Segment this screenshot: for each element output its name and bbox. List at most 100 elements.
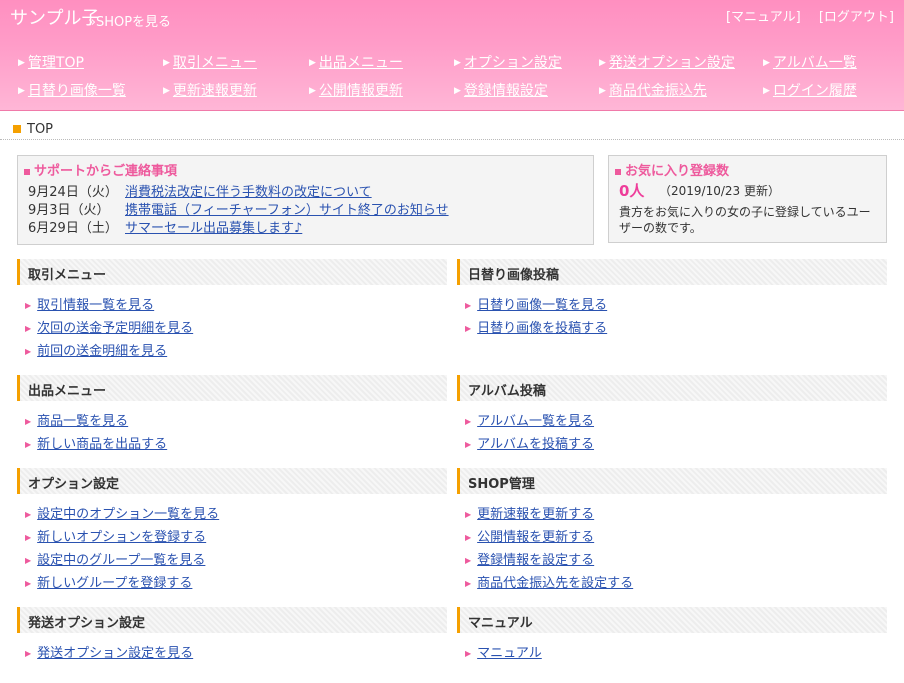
section-link-item[interactable]: ▶ 商品一覧を見る [25, 410, 128, 429]
nav-item[interactable]: ▶ 商品代金振込先 [599, 80, 707, 100]
shop-link[interactable]: »SHOPを見る [88, 11, 171, 30]
support-item: 6月29日（土） サマーセール出品募集します♪ [28, 217, 302, 236]
section-link[interactable]: 設定中のオプション一覧を見る [37, 507, 219, 522]
support-title: サポートからご連絡事項 [24, 160, 177, 179]
section-link[interactable]: 新しいオプションを登録する [37, 530, 206, 545]
triangle-right-icon: ▶ [454, 58, 461, 68]
triangle-right-icon: ▶ [18, 58, 25, 68]
section-link[interactable]: 商品一覧を見る [37, 414, 128, 429]
logout-link[interactable]: [ログアウト] [819, 10, 894, 25]
breadcrumb: TOP [0, 121, 904, 140]
support-date: 6月29日（土） [28, 221, 118, 236]
triangle-right-icon: ▶ [465, 556, 472, 565]
nav-link[interactable]: アルバム一覧 [773, 55, 857, 71]
section-link-item[interactable]: ▶ 日替り画像を投稿する [465, 317, 607, 336]
section-link[interactable]: 次回の送金予定明細を見る [37, 321, 193, 336]
section-link-item[interactable]: ▶ 前回の送金明細を見る [25, 340, 167, 359]
nav-item[interactable]: ▶ 更新速報更新 [163, 80, 257, 100]
nav-link[interactable]: オプション設定 [464, 55, 562, 71]
nav-item[interactable]: ▶ アルバム一覧 [763, 52, 857, 72]
nav-item[interactable]: ▶ オプション設定 [454, 52, 562, 72]
section-link-item[interactable]: ▶ 設定中のグループ一覧を見る [25, 549, 205, 568]
section-header: オプション設定 [17, 468, 447, 494]
section-link-item[interactable]: ▶ 次回の送金予定明細を見る [25, 317, 193, 336]
section-link-item[interactable]: ▶ 新しい商品を出品する [25, 433, 167, 452]
triangle-right-icon: ▶ [18, 86, 25, 96]
support-date: 9月3日（火） [28, 203, 110, 218]
section-link-item[interactable]: ▶ 新しいオプションを登録する [25, 526, 206, 545]
section-link-item[interactable]: ▶ 公開情報を更新する [465, 526, 594, 545]
section-link-item[interactable]: ▶ 発送オプション設定を見る [25, 642, 193, 661]
section-link-item[interactable]: ▶ 取引情報一覧を見る [25, 294, 154, 313]
brand-name: サンプル子 [10, 8, 100, 29]
nav-link[interactable]: 発送オプション設定 [609, 55, 735, 71]
nav-link[interactable]: 出品メニュー [319, 55, 403, 71]
nav-link[interactable]: ログイン履歴 [773, 83, 857, 99]
section-link[interactable]: 更新速報を更新する [477, 507, 594, 522]
support-link[interactable]: サマーセール出品募集します♪ [125, 221, 302, 236]
nav-item[interactable]: ▶ 日替り画像一覧 [18, 80, 126, 100]
section-link[interactable]: 日替り画像一覧を見る [477, 298, 607, 313]
triangle-right-icon: ▶ [465, 510, 472, 519]
nav-item[interactable]: ▶ 発送オプション設定 [599, 52, 735, 72]
section-link[interactable]: 新しいグループを登録する [37, 576, 192, 591]
triangle-right-icon: ▶ [465, 324, 472, 333]
section-link-item[interactable]: ▶ アルバムを投稿する [465, 433, 594, 452]
section-link-item[interactable]: ▶ マニュアル [465, 642, 542, 661]
section-link[interactable]: 取引情報一覧を見る [37, 298, 154, 313]
section-link-item[interactable]: ▶ 日替り画像一覧を見る [465, 294, 607, 313]
section-title: 発送オプション設定 [28, 616, 146, 631]
section-link[interactable]: 登録情報を設定する [477, 553, 594, 568]
nav-item[interactable]: ▶ 公開情報更新 [309, 80, 403, 100]
triangle-right-icon: ▶ [25, 440, 32, 449]
section-link[interactable]: 商品代金振込先を設定する [477, 576, 633, 591]
triangle-right-icon: ▶ [309, 86, 316, 96]
triangle-right-icon: ▶ [163, 58, 170, 68]
support-link[interactable]: 携帯電話（フィーチャーフォン）サイト終了のお知らせ [125, 203, 449, 218]
triangle-right-icon: ▶ [25, 649, 32, 658]
nav-link[interactable]: 公開情報更新 [319, 83, 403, 99]
nav-item[interactable]: ▶ 取引メニュー [163, 52, 257, 72]
section-link[interactable]: 新しい商品を出品する [37, 437, 167, 452]
nav-link[interactable]: 日替り画像一覧 [28, 83, 126, 99]
section-link-item[interactable]: ▶ 設定中のオプション一覧を見る [25, 503, 219, 522]
nav-link[interactable]: 取引メニュー [173, 55, 257, 71]
section-link-item[interactable]: ▶ 登録情報を設定する [465, 549, 594, 568]
triangle-right-icon: ▶ [763, 58, 770, 68]
section-link[interactable]: マニュアル [477, 646, 542, 661]
nav-link[interactable]: 商品代金振込先 [609, 83, 707, 99]
triangle-right-icon: ▶ [25, 556, 32, 565]
nav-item[interactable]: ▶ 登録情報設定 [454, 80, 548, 100]
nav-link[interactable]: 管理TOP [28, 55, 84, 71]
triangle-right-icon: ▶ [465, 579, 472, 588]
triangle-right-icon: ▶ [465, 301, 472, 310]
section-title: オプション設定 [28, 477, 120, 492]
nav-link[interactable]: 更新速報更新 [173, 83, 257, 99]
section-link-item[interactable]: ▶ 商品代金振込先を設定する [465, 572, 633, 591]
nav-item[interactable]: ▶ 管理TOP [18, 52, 84, 72]
section-header: 出品メニュー [17, 375, 447, 401]
section-link[interactable]: 前回の送金明細を見る [37, 344, 167, 359]
section-link[interactable]: アルバム一覧を見る [477, 414, 594, 429]
support-link[interactable]: 消費税法改定に伴う手数料の改定について [125, 185, 372, 200]
section-link-item[interactable]: ▶ 更新速報を更新する [465, 503, 594, 522]
section-header: SHOP管理 [457, 468, 887, 494]
manual-link[interactable]: [マニュアル] [726, 10, 801, 25]
nav-item[interactable]: ▶ ログイン履歴 [763, 80, 857, 100]
section-link[interactable]: 日替り画像を投稿する [477, 321, 607, 336]
triangle-right-icon: ▶ [25, 510, 32, 519]
section-link[interactable]: 発送オプション設定を見る [37, 646, 193, 661]
section-link-item[interactable]: ▶ 新しいグループを登録する [25, 572, 192, 591]
nav-item[interactable]: ▶ 出品メニュー [309, 52, 403, 72]
section-title: 取引メニュー [28, 268, 107, 283]
favorite-count: 0人 [619, 182, 645, 200]
nav-link[interactable]: 登録情報設定 [464, 83, 548, 99]
section-link[interactable]: 設定中のグループ一覧を見る [37, 553, 205, 568]
header: サンプル子 »SHOPを見る [マニュアル] [ログアウト] ▶ 管理TOP ▶ 取引… [0, 0, 904, 111]
section-link[interactable]: アルバムを投稿する [477, 437, 594, 452]
triangle-right-icon: ▶ [599, 86, 606, 96]
section-link[interactable]: 公開情報を更新する [477, 530, 594, 545]
square-bullet-icon [615, 168, 621, 175]
triangle-right-icon: ▶ [309, 58, 316, 68]
section-link-item[interactable]: ▶ アルバム一覧を見る [465, 410, 594, 429]
